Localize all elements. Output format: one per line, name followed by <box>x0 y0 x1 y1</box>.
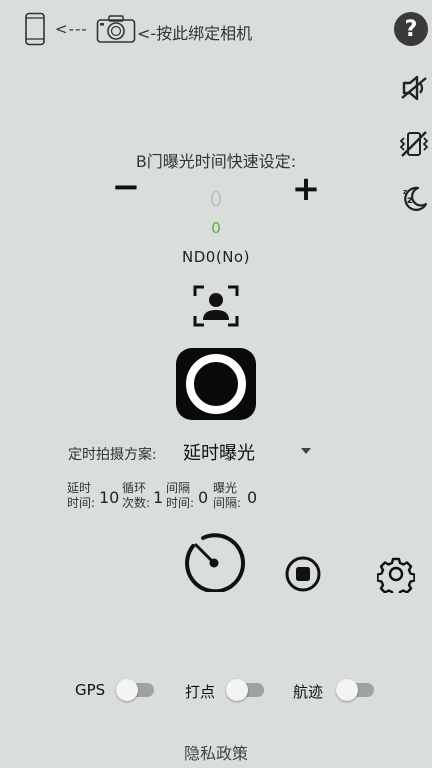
timer-icon[interactable] <box>182 532 248 592</box>
interval-time-label: 间隔 时间: <box>166 481 195 510</box>
toggle-knob <box>116 679 138 701</box>
interval-time-value[interactable]: 0 <box>198 488 208 507</box>
shutter-button[interactable] <box>176 348 256 420</box>
track-toggle[interactable] <box>336 679 374 701</box>
exposure-interval-label: 曝光 间隔: <box>213 481 242 510</box>
bind-camera-hint[interactable]: <-按此绑定相机 <box>137 20 252 44</box>
shutter-ring <box>186 354 246 414</box>
stop-icon[interactable] <box>283 555 323 593</box>
toggle-knob <box>336 679 358 701</box>
gps-label: GPS <box>75 681 106 699</box>
bulb-time-value: 0 <box>209 187 223 211</box>
camera-icon[interactable] <box>96 14 136 44</box>
bulb-exposure-title: B门曝光时间快速设定: <box>135 152 297 171</box>
track-label: 航迹 <box>293 683 324 701</box>
loop-count-label: 循环 次数: <box>122 481 151 510</box>
face-frame-icon[interactable] <box>192 284 240 328</box>
toggle-knob <box>226 679 248 701</box>
nd-filter-label[interactable]: ND0(No) <box>0 248 432 266</box>
exposure-interval-value[interactable]: 0 <box>247 488 257 507</box>
delay-time-label: 延时 时间: <box>67 481 96 510</box>
bind-arrow: <--- <box>55 20 88 38</box>
dropdown-arrow-icon <box>301 448 311 454</box>
bulb-time-secondary: 0 <box>211 219 221 237</box>
mute-icon[interactable] <box>398 72 430 104</box>
gps-toggle[interactable] <box>116 679 154 701</box>
mark-point-toggle[interactable] <box>226 679 264 701</box>
loop-count-value[interactable]: 1 <box>153 488 163 507</box>
timer-scheme-label: 定时拍摄方案: <box>68 447 157 463</box>
phone-icon[interactable] <box>24 12 46 46</box>
delay-time-value[interactable]: 10 <box>99 488 119 507</box>
help-icon[interactable]: ? <box>394 12 428 46</box>
gear-icon[interactable] <box>377 555 415 593</box>
privacy-policy-link[interactable]: 隐私政策 <box>0 740 432 764</box>
timer-scheme-select[interactable]: 延时曝光 <box>183 439 313 465</box>
timer-scheme-value: 延时曝光 <box>183 443 255 464</box>
increase-button[interactable]: + <box>290 172 322 206</box>
mark-point-label: 打点 <box>185 683 216 701</box>
